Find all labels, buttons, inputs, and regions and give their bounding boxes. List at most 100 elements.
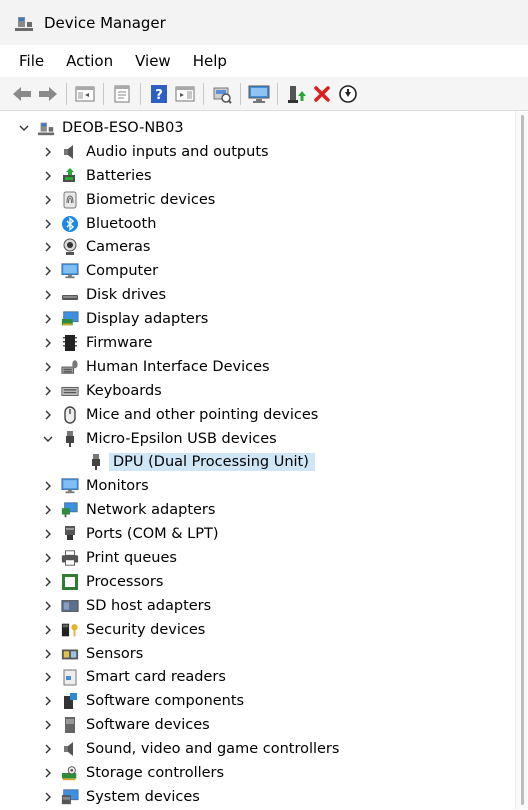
chevron-right-icon[interactable] [41, 503, 55, 517]
chevron-right-icon[interactable] [41, 790, 55, 804]
vertical-scrollbar[interactable] [515, 111, 528, 809]
tree-item-label: Cameras [86, 239, 151, 256]
tree-item-label: Micro-Epsilon USB devices [86, 430, 277, 447]
tree-item-sensors[interactable]: Sensors [0, 642, 514, 666]
toolbar-separator [66, 82, 67, 105]
chevron-down-icon[interactable] [17, 121, 31, 135]
chevron-right-icon[interactable] [41, 766, 55, 780]
chevron-right-icon[interactable] [41, 599, 55, 613]
tree-item-processors[interactable]: Processors [0, 570, 514, 594]
menu-view[interactable]: View [124, 48, 182, 74]
chevron-right-icon[interactable] [41, 360, 55, 374]
software-device-icon [61, 716, 79, 734]
tree-item-label: Audio inputs and outputs [86, 143, 269, 160]
tree-item-storage-controllers[interactable]: Storage controllers [0, 761, 514, 785]
fingerprint-icon [61, 191, 79, 209]
tree-item-network-adapters[interactable]: Network adapters [0, 498, 514, 522]
show-hide-console-tree-button[interactable] [73, 82, 97, 106]
tree-item-software-components[interactable]: Software components [0, 689, 514, 713]
update-driver-button[interactable] [336, 82, 360, 106]
speaker-icon [61, 740, 79, 758]
chevron-right-icon[interactable] [41, 527, 55, 541]
chevron-right-icon[interactable] [41, 169, 55, 183]
chevron-right-icon[interactable] [41, 479, 55, 493]
chevron-right-icon[interactable] [41, 718, 55, 732]
action-pane-button[interactable] [173, 82, 197, 106]
menu-file[interactable]: File [8, 48, 55, 74]
tree-item-keyboards[interactable]: Keyboards [0, 379, 514, 403]
tree-item-software-devices[interactable]: Software devices [0, 713, 514, 737]
monitor-icon [248, 85, 270, 103]
tree-item-label: Storage controllers [86, 764, 225, 781]
scan-hardware-icon [213, 87, 232, 104]
chevron-right-icon[interactable] [41, 694, 55, 708]
menu-action[interactable]: Action [55, 48, 124, 74]
tree-item-label: Computer [86, 263, 159, 280]
tree-item-monitors[interactable]: Monitors [0, 474, 514, 498]
chevron-right-icon[interactable] [41, 408, 55, 422]
tree-item-label: Disk drives [86, 287, 167, 304]
forward-arrow-icon [39, 86, 57, 101]
usb-plug-icon [87, 453, 105, 471]
chevron-right-icon[interactable] [41, 336, 55, 350]
chevron-right-icon[interactable] [41, 145, 55, 159]
speaker-icon [61, 143, 79, 161]
tree-item-dpu-dual-processing-unit[interactable]: DPU (Dual Processing Unit) [0, 450, 514, 474]
svg-text:?: ? [155, 88, 163, 103]
port-icon [61, 525, 79, 543]
toolbar-separator [240, 82, 241, 105]
chevron-down-icon[interactable] [41, 432, 55, 446]
chevron-right-icon[interactable] [41, 240, 55, 254]
tree-item-bluetooth[interactable]: Bluetooth [0, 212, 514, 236]
chevron-right-icon[interactable] [41, 575, 55, 589]
chevron-right-icon[interactable] [41, 288, 55, 302]
chevron-right-icon[interactable] [41, 193, 55, 207]
back-button[interactable] [10, 82, 34, 106]
enable-device-button[interactable] [284, 82, 308, 106]
tree-item-computer[interactable]: Computer [0, 259, 514, 283]
tree-root[interactable]: DEOB-ESO-NB03 [0, 116, 514, 140]
tree-item-cameras[interactable]: Cameras [0, 235, 514, 259]
tree-item-ports-com-lpt[interactable]: Ports (COM & LPT) [0, 522, 514, 546]
tree-item-system-devices[interactable]: System devices [0, 785, 514, 809]
tree-item-audio-inputs-and-outputs[interactable]: Audio inputs and outputs [0, 140, 514, 164]
tree-item-mice-and-other-pointing-devices[interactable]: Mice and other pointing devices [0, 403, 514, 427]
properties-button[interactable] [110, 82, 134, 106]
uninstall-device-button[interactable] [310, 82, 334, 106]
tree-item-human-interface-devices[interactable]: Human Interface Devices [0, 355, 514, 379]
tree-item-print-queues[interactable]: Print queues [0, 546, 514, 570]
tree-item-batteries[interactable]: Batteries [0, 164, 514, 188]
chevron-right-icon[interactable] [41, 217, 55, 231]
console-tree-icon [75, 86, 95, 101]
tree-item-biometric-devices[interactable]: Biometric devices [0, 188, 514, 212]
disk-drive-icon [61, 286, 79, 304]
computer-view-button[interactable] [247, 82, 271, 106]
scrollbar-thumb[interactable] [521, 115, 524, 805]
tree-item-micro-epsilon-usb-devices[interactable]: Micro-Epsilon USB devices [0, 427, 514, 451]
tree-item-security-devices[interactable]: Security devices [0, 618, 514, 642]
chevron-right-icon[interactable] [41, 742, 55, 756]
chevron-right-icon[interactable] [41, 264, 55, 278]
help-button[interactable]: ? [147, 82, 171, 106]
tree-item-disk-drives[interactable]: Disk drives [0, 283, 514, 307]
forward-button[interactable] [36, 82, 60, 106]
tree-item-display-adapters[interactable]: Display adapters [0, 307, 514, 331]
chevron-right-icon[interactable] [41, 384, 55, 398]
menu-help[interactable]: Help [182, 48, 238, 74]
tree-item-label: Software devices [86, 717, 210, 734]
tree-item-label: Mice and other pointing devices [86, 406, 319, 423]
chevron-right-icon[interactable] [41, 312, 55, 326]
computer-tower-icon [37, 119, 55, 137]
tree-item-sound-video-and-game-controllers[interactable]: Sound, video and game controllers [0, 737, 514, 761]
storage-controller-icon [61, 764, 79, 782]
scan-hardware-button[interactable] [210, 82, 234, 106]
tree-item-sd-host-adapters[interactable]: SD host adapters [0, 594, 514, 618]
device-tree: DEOB-ESO-NB03 Audio inputs and outputs Ba… [0, 116, 514, 809]
chevron-right-icon[interactable] [41, 551, 55, 565]
tree-item-smart-card-readers[interactable]: Smart card readers [0, 665, 514, 689]
tree-item-label: Firmware [86, 334, 153, 351]
chevron-right-icon[interactable] [41, 647, 55, 661]
chevron-right-icon[interactable] [41, 670, 55, 684]
chevron-right-icon[interactable] [41, 623, 55, 637]
tree-item-firmware[interactable]: Firmware [0, 331, 514, 355]
